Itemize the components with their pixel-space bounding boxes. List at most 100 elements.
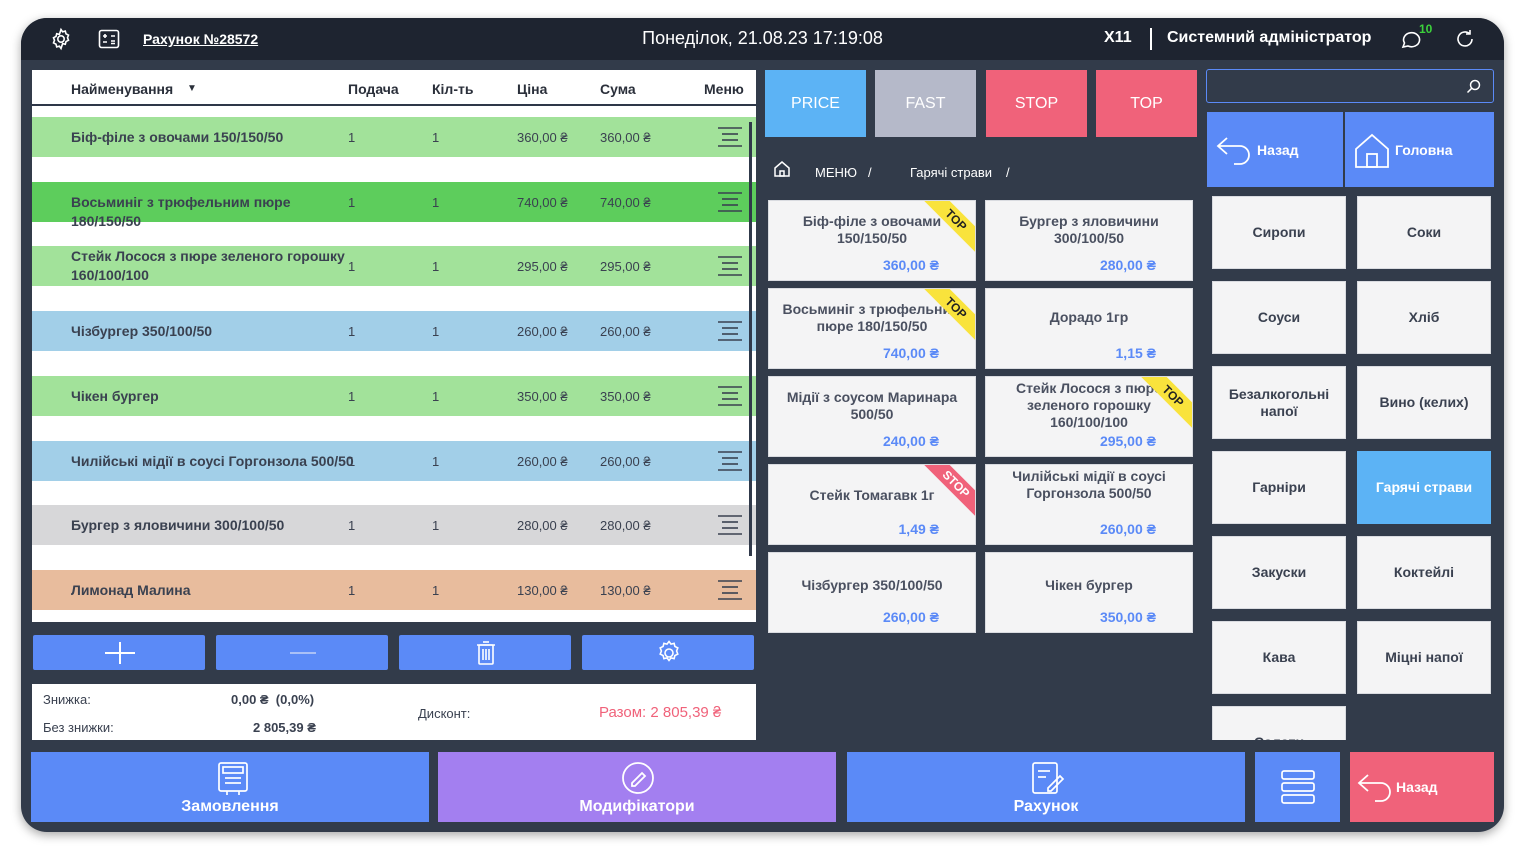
order-item-price: 295,00 ₴ [517, 259, 568, 275]
home-icon[interactable] [772, 159, 792, 179]
row-menu-icon[interactable] [717, 512, 743, 538]
search-input[interactable] [1206, 69, 1494, 103]
row-menu-icon[interactable] [717, 253, 743, 279]
order-row[interactable]: Восьминіг з трюфельним пюре 180/150/50 1 1… [32, 181, 756, 229]
order-item-qty: 1 [432, 453, 440, 469]
order-item-qty: 1 [432, 582, 440, 598]
breadcrumb-hot-dishes[interactable]: Гарячі страви [910, 165, 992, 180]
category-button[interactable]: Коктейлі [1357, 536, 1491, 609]
order-item-qty: 1 [432, 324, 440, 340]
menu-item-tile[interactable]: Біф-філе з овочами 150/150/50 360,00 ₴ TOP [768, 200, 976, 281]
sort-arrow-icon[interactable]: ▼ [187, 83, 197, 94]
order-item-sum: 130,00 ₴ [600, 582, 651, 598]
order-item-serve: 1 [348, 388, 356, 404]
category-button[interactable]: Міцні напої [1357, 621, 1491, 694]
order-item-sum: 280,00 ₴ [600, 518, 651, 534]
order-row[interactable]: Стейк Лосося з пюре зеленого горошку 160… [32, 246, 756, 287]
receipt-icon [218, 762, 248, 795]
order-item-qty: 1 [432, 259, 440, 275]
filter-price-button[interactable]: PRICE [765, 70, 866, 137]
order-row[interactable]: Чилійські мідії в соусі Горгонзола 500/5… [32, 440, 756, 481]
table-number: X11 [1104, 29, 1132, 46]
menu-item-tile[interactable]: Стейк Томагавк 1г 1,49 ₴ STOP [768, 464, 976, 545]
row-menu-icon[interactable] [717, 383, 743, 409]
category-button[interactable]: Безалкогольні напої [1212, 366, 1346, 439]
order-row[interactable]: Біф-філе з овочами 150/150/50 1 1 360,00 ₴ 3… [32, 117, 756, 157]
bill-button[interactable]: Рахунок [847, 752, 1245, 822]
filter-stop-button[interactable]: STOP [986, 70, 1087, 137]
nav-back-label: Назад [1257, 142, 1299, 158]
order-row[interactable]: Чікен бургер 1 1 350,00 ₴ 350,00 ₴ [32, 375, 756, 416]
back-label: Назад [1396, 779, 1438, 795]
menu-item-price: 260,00 ₴ [1099, 521, 1156, 537]
scrollbar[interactable] [749, 122, 752, 556]
discount-label: Знижка: [43, 692, 91, 707]
row-menu-icon[interactable] [717, 448, 743, 474]
category-button[interactable]: Сиропи [1212, 196, 1346, 269]
nav-home-button[interactable]: Головна [1345, 112, 1494, 187]
gear-icon [659, 640, 679, 662]
nav-back-button[interactable]: Назад [1207, 112, 1343, 187]
modifiers-button[interactable]: Модифікатори [438, 752, 836, 822]
category-button[interactable]: Вино (келих) [1357, 366, 1491, 439]
order-item-name: Бургер з яловичини 300/100/50 [71, 517, 285, 534]
row-menu-icon[interactable] [717, 318, 743, 344]
menu-item-name: Бургер з яловичини 300/100/50 [1019, 213, 1159, 246]
menu-item-tile[interactable]: Восьминіг з трюфельним пюре 180/150/50 74… [768, 288, 976, 369]
order-item-price: 260,00 ₴ [517, 453, 568, 469]
add-button[interactable] [33, 635, 205, 670]
plus-icon [105, 642, 135, 664]
breadcrumb-menu[interactable]: МЕНЮ [815, 165, 857, 180]
menu-item-price: 1,49 ₴ [898, 521, 939, 537]
category-button[interactable]: Соуси [1212, 281, 1346, 354]
row-menu-icon[interactable] [717, 124, 743, 150]
order-row[interactable]: Бургер з яловичини 300/100/50 1 1 280,00 ₴ 2… [32, 505, 756, 546]
order-item-price: 130,00 ₴ [517, 582, 568, 598]
category-button[interactable]: Гарніри [1212, 451, 1346, 524]
order-item-serve: 1 [348, 582, 356, 598]
back-button[interactable]: Назад [1350, 752, 1494, 822]
order-item-price: 280,00 ₴ [517, 518, 568, 534]
bill-label: Рахунок [1013, 798, 1079, 815]
order-item-sum: 260,00 ₴ [600, 453, 651, 469]
list-menu-button[interactable] [1255, 752, 1340, 822]
order-row[interactable]: Лимонад Малина 1 1 130,00 ₴ 130,00 ₴ [32, 569, 756, 610]
menu-item-name: Біф-філе з овочами 150/150/50 [802, 213, 942, 246]
menu-item-tile[interactable]: Чилійські мідії в соусі Горгонзола 500/5… [985, 464, 1193, 545]
settings-button[interactable] [582, 635, 754, 670]
delete-button[interactable] [399, 635, 571, 670]
menu-item-tile[interactable]: Мідії з соусом Маринара 500/50 240,00 ₴ [768, 376, 976, 457]
back-arrow-icon [1216, 137, 1250, 165]
menu-item-price: 295,00 ₴ [1099, 433, 1156, 449]
menu-item-tile[interactable]: Бургер з яловичини 300/100/50 280,00 ₴ [985, 200, 1193, 281]
filter-top-button[interactable]: TOP [1096, 70, 1197, 137]
menu-item-tile[interactable]: Стейк Лосося з пюре зеленого горошку 160… [985, 376, 1193, 457]
category-button[interactable]: Салати [1212, 706, 1346, 740]
menu-item-name: Мідії з соусом Маринара 500/50 [786, 389, 958, 422]
remove-button[interactable] [216, 635, 388, 670]
category-button[interactable]: Хліб [1357, 281, 1491, 354]
column-header-name[interactable]: Найменування [71, 81, 173, 97]
menu-item-price: 260,00 ₴ [882, 609, 939, 625]
category-button[interactable]: Закуски [1212, 536, 1346, 609]
menu-item-tile[interactable]: Чікен бургер 350,00 ₴ [985, 552, 1193, 633]
order-item-price: 350,00 ₴ [517, 388, 568, 404]
discount-card-label[interactable]: Дисконт: [418, 706, 470, 721]
category-button[interactable]: Кава [1212, 621, 1346, 694]
order-row[interactable]: Чізбургер 350/100/50 1 1 260,00 ₴ 260,00 ₴ [32, 311, 756, 352]
totals-panel: Знижка: 0,00 ₴ (0,0%) Без знижки: 2 805,… [32, 684, 756, 740]
category-button[interactable]: Гарячі страви [1357, 451, 1491, 524]
refresh-icon[interactable] [1453, 27, 1477, 51]
row-menu-icon[interactable] [717, 189, 743, 215]
order-item-serve: 1 [348, 194, 356, 210]
filter-fast-button[interactable]: FAST [875, 70, 976, 137]
menu-item-tile[interactable]: Дорадо 1гр 1,15 ₴ [985, 288, 1193, 369]
search-icon [1466, 79, 1481, 94]
category-button[interactable]: Соки [1357, 196, 1491, 269]
order-item-name: Біф-філе з овочами 150/150/50 [71, 129, 284, 145]
order-item-name: Лимонад Малина [71, 581, 191, 598]
app-window: Рахунок №28572 Понеділок, 21.08.23 17:19… [21, 18, 1504, 832]
orders-button[interactable]: Замовлення [31, 752, 429, 822]
menu-item-tile[interactable]: Чізбургер 350/100/50 260,00 ₴ [768, 552, 976, 633]
row-menu-icon[interactable] [717, 577, 743, 603]
